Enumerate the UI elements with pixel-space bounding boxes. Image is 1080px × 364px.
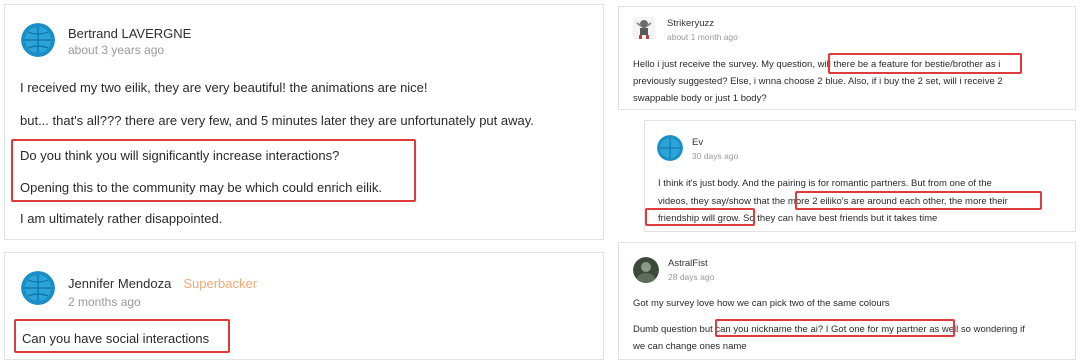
comment-paragraph: I received my two eilik, they are very b… xyxy=(20,80,428,95)
superbacker-badge: Superbacker xyxy=(183,276,258,291)
comment-line: Dumb question but can you nickname the a… xyxy=(633,324,1025,335)
comment-timestamp: about 1 month ago xyxy=(667,32,738,42)
comment-line: Hello i just receive the survey. My ques… xyxy=(633,59,1001,70)
comment-timestamp: 30 days ago xyxy=(692,151,739,161)
comment-line: swappable body or just 1 body? xyxy=(633,93,767,104)
reply-card: Ev 30 days ago I think it's just body. A… xyxy=(644,120,1076,232)
avatar-photo-icon[interactable] xyxy=(633,257,659,283)
comment-author[interactable]: AstralFist xyxy=(668,258,708,269)
comment-author[interactable]: Strikeryuzz xyxy=(667,18,714,29)
comment-timestamp: 28 days ago xyxy=(668,272,715,282)
comment-card: Strikeryuzz about 1 month ago Hello i ju… xyxy=(618,6,1076,110)
comment-paragraph: I am ultimately rather disappointed. xyxy=(20,211,223,226)
avatar-globe-icon[interactable] xyxy=(21,271,55,305)
comment-paragraph: Can you have social interactions xyxy=(22,331,210,346)
comment-author[interactable]: Jennifer Mendoza xyxy=(68,276,171,291)
comment-line: I think it's just body. And the pairing … xyxy=(658,178,992,189)
comment-line: videos, they say/show that the more 2 ei… xyxy=(658,196,1008,207)
avatar-globe-icon[interactable] xyxy=(21,23,55,57)
avatar-character-icon[interactable] xyxy=(633,17,655,39)
comment-paragraph: but... that's all??? there are very few,… xyxy=(20,113,534,128)
comment-paragraph: Do you think you will significantly incr… xyxy=(20,148,340,163)
comment-line: we can change ones name xyxy=(633,341,747,352)
comment-card: Jennifer Mendoza Superbacker 2 months ago… xyxy=(4,252,604,360)
comment-author[interactable]: Ev xyxy=(692,137,703,148)
comment-timestamp: about 3 years ago xyxy=(68,43,165,57)
comment-timestamp: 2 months ago xyxy=(68,295,141,309)
comment-card: Bertrand LAVERGNE about 3 years ago I re… xyxy=(4,4,604,240)
comment-line: previously suggested? Else, i wnna choos… xyxy=(633,76,1003,87)
comment-card: AstralFist 28 days ago Got my survey lov… xyxy=(618,242,1076,360)
comment-line: Got my survey love how we can pick two o… xyxy=(633,298,890,309)
comment-line: friendship will grow. So they can have b… xyxy=(658,213,938,224)
comment-author-row: Jennifer Mendoza Superbacker xyxy=(68,276,257,291)
comment-author[interactable]: Bertrand LAVERGNE xyxy=(68,26,191,41)
comment-paragraph: Opening this to the community may be whi… xyxy=(20,180,383,195)
avatar-globe-icon[interactable] xyxy=(657,135,683,161)
